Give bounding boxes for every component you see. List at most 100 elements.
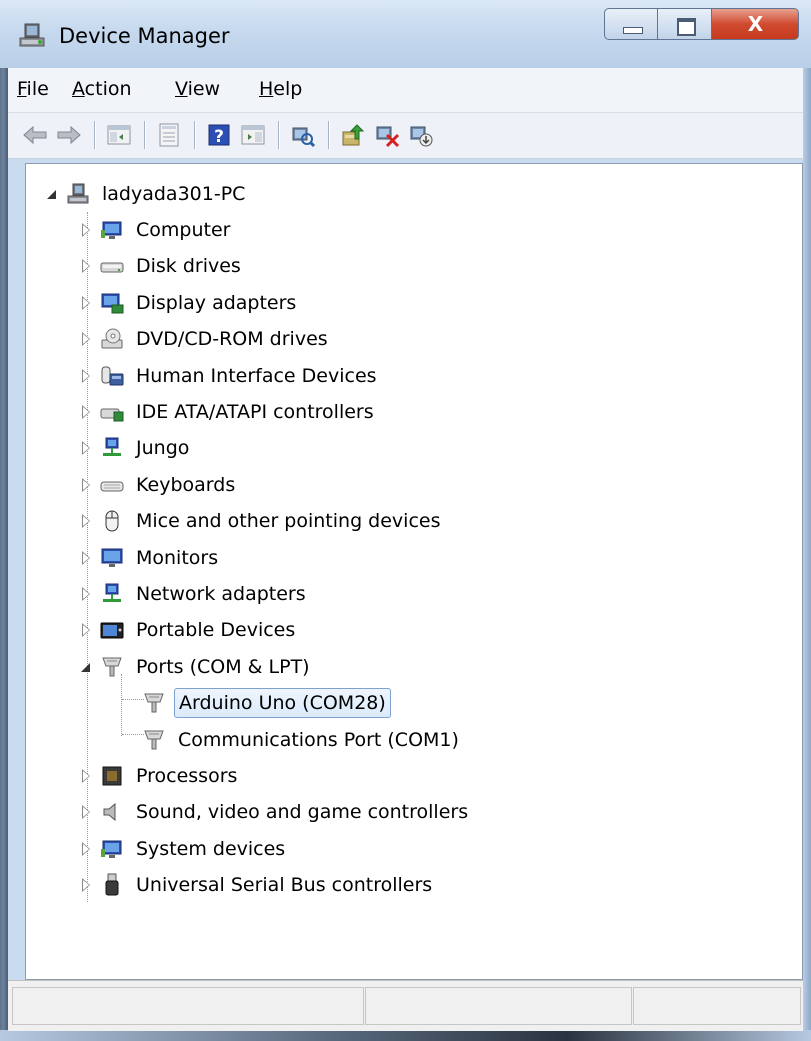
tree-category-ports-com-lpt[interactable]: Ports (COM & LPT) (80, 651, 314, 683)
tree-category-label: Network adapters (136, 583, 306, 605)
computer-root-icon (67, 183, 89, 204)
menu-help-rest: elp (273, 78, 303, 100)
toolbar-separator (94, 121, 96, 149)
expand-arrow-icon[interactable] (80, 223, 94, 237)
tree-category-label: Human Interface Devices (136, 364, 377, 387)
tree-category-sound-video-and-game-controllers[interactable]: Sound, video and game controllers (80, 796, 472, 828)
usb-icon (105, 873, 119, 896)
toolbar: ? (8, 113, 803, 159)
toolbar-separator (278, 121, 280, 149)
disk-drive-icon (100, 262, 124, 273)
tree-category-keyboards[interactable]: Keyboards (80, 469, 239, 501)
collapse-arrow-icon[interactable] (80, 660, 94, 674)
show-action-pane-icon[interactable] (240, 122, 266, 148)
tree-category-label: Jungo (136, 437, 190, 460)
show-hide-console-tree-icon[interactable] (106, 122, 132, 148)
window-title: Device Manager (59, 24, 230, 48)
menu-file-accel: F (17, 78, 27, 100)
expand-arrow-icon[interactable] (80, 841, 94, 856)
update-driver-icon[interactable] (340, 122, 366, 148)
expand-arrow-icon[interactable] (80, 805, 94, 820)
tree-device-communications-port-com1[interactable]: Communications Port (COM1) (136, 724, 463, 756)
scan-hardware-icon[interactable] (290, 122, 316, 148)
tree-category-disk-drives[interactable]: Disk drives (80, 250, 245, 282)
tree-category-system-devices[interactable]: System devices (80, 833, 289, 865)
tree-category-label: DVD/CD-ROM drives (136, 328, 328, 351)
expand-arrow-icon[interactable] (80, 259, 94, 274)
tree-category-computer[interactable]: Computer (80, 214, 234, 246)
tree-category-label: Portable Devices (136, 619, 296, 642)
tree-category-jungo[interactable]: Jungo (80, 432, 193, 464)
tree-category-label: Display adapters (136, 291, 297, 314)
expand-arrow-icon[interactable] (80, 769, 94, 783)
expand-arrow-icon[interactable] (80, 550, 94, 565)
menu-view[interactable]: View (175, 78, 220, 100)
device-manager-window: Device Manager X File Action View Help ?… (0, 0, 811, 1041)
minimize-icon (623, 27, 643, 34)
status-pane-right (633, 987, 801, 1025)
tree-category-label: Disk drives (136, 255, 241, 278)
expand-arrow-icon[interactable] (80, 332, 94, 347)
window-border-right (803, 68, 811, 1041)
menu-file[interactable]: File (17, 78, 49, 100)
tree-category-label: IDE ATA/ATAPI controllers (136, 401, 374, 423)
expand-arrow-icon[interactable] (80, 623, 94, 638)
display-adapter-icon (101, 293, 124, 314)
toolbar-separator (194, 121, 196, 149)
properties-icon[interactable] (156, 122, 182, 148)
close-button[interactable]: X (712, 8, 799, 40)
tree-category-monitors[interactable]: Monitors (80, 542, 222, 574)
svg-text:?: ? (214, 127, 224, 147)
forward-arrow-icon[interactable] (56, 122, 82, 148)
expand-arrow-icon[interactable] (80, 587, 94, 601)
tree-device-arduino-uno-com28[interactable]: Arduino Uno (COM28) (136, 687, 391, 719)
expand-arrow-icon[interactable] (80, 441, 94, 456)
tree-category-ide-ata-atapi-controllers[interactable]: IDE ATA/ATAPI controllers (80, 396, 378, 428)
toolbar-separator (328, 121, 330, 149)
minimize-button[interactable] (604, 8, 658, 40)
tree-category-dvd-cd-rom-drives[interactable]: DVD/CD-ROM drives (80, 323, 332, 355)
disable-device-icon[interactable] (408, 122, 434, 148)
tree-category-network-adapters[interactable]: Network adapters (80, 578, 310, 610)
tree-category-processors[interactable]: Processors (80, 760, 241, 792)
back-arrow-icon[interactable] (22, 122, 48, 148)
tree-category-label: Mice and other pointing devices (136, 510, 441, 533)
network-adapter-icon (103, 583, 121, 602)
port-icon (102, 657, 122, 677)
port-icon (144, 730, 164, 750)
tree-category-universal-serial-bus-controllers[interactable]: Universal Serial Bus controllers (80, 869, 436, 901)
speaker-icon (103, 803, 116, 822)
collapse-arrow-icon[interactable] (46, 187, 60, 201)
dvd-drive-icon (101, 328, 123, 349)
expand-arrow-icon[interactable] (80, 405, 94, 419)
uninstall-icon[interactable] (374, 122, 400, 148)
tree-category-human-interface-devices[interactable]: Human Interface Devices (80, 360, 381, 392)
portable-device-icon (100, 622, 124, 639)
computer-icon (101, 221, 122, 239)
monitor-icon (101, 548, 123, 567)
expand-arrow-icon[interactable] (80, 878, 94, 893)
expand-arrow-icon[interactable] (80, 295, 94, 310)
tree-category-label: Monitors (136, 546, 219, 569)
tree-root[interactable]: ladyada301-PC (46, 178, 249, 210)
window-border-left (0, 68, 8, 1041)
expand-arrow-icon[interactable] (80, 514, 94, 529)
expand-arrow-icon[interactable] (80, 368, 94, 383)
tree-device-label: Arduino Uno (COM28) (174, 688, 391, 719)
expand-arrow-icon[interactable] (80, 477, 94, 492)
tree-category-label: Processors (136, 765, 238, 787)
help-icon[interactable]: ? (206, 122, 232, 148)
menu-help-accel: H (259, 78, 274, 100)
device-tree[interactable]: ladyada301-PC Computer Disk drives Display… (25, 163, 803, 980)
tree-category-portable-devices[interactable]: Portable Devices (80, 614, 299, 646)
menu-help[interactable]: Help (259, 78, 302, 100)
tree-category-mice-and-other-pointing-devices[interactable]: Mice and other pointing devices (80, 505, 444, 537)
tree-category-display-adapters[interactable]: Display adapters (80, 287, 300, 319)
menu-action-accel: A (72, 78, 85, 100)
processor-icon (102, 766, 122, 786)
menu-action[interactable]: Action (72, 78, 132, 100)
menu-action-rest: ction (84, 78, 132, 100)
status-bar (8, 980, 803, 1031)
maximize-icon (677, 18, 696, 36)
maximize-button[interactable] (658, 8, 712, 40)
